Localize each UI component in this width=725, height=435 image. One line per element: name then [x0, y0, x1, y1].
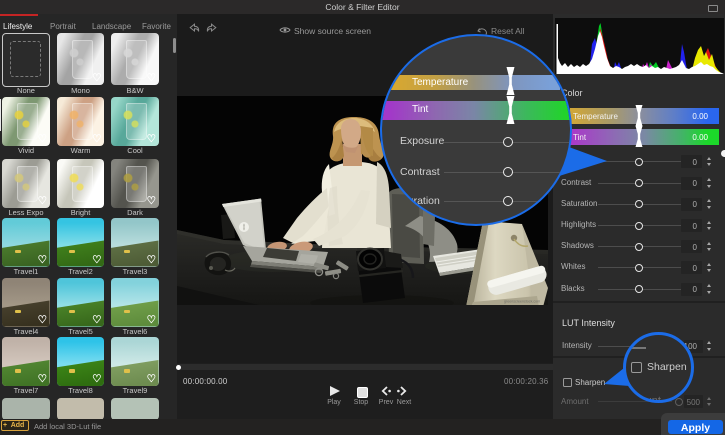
- svg-text:greenscreenstock.com: greenscreenstock.com: [504, 300, 540, 304]
